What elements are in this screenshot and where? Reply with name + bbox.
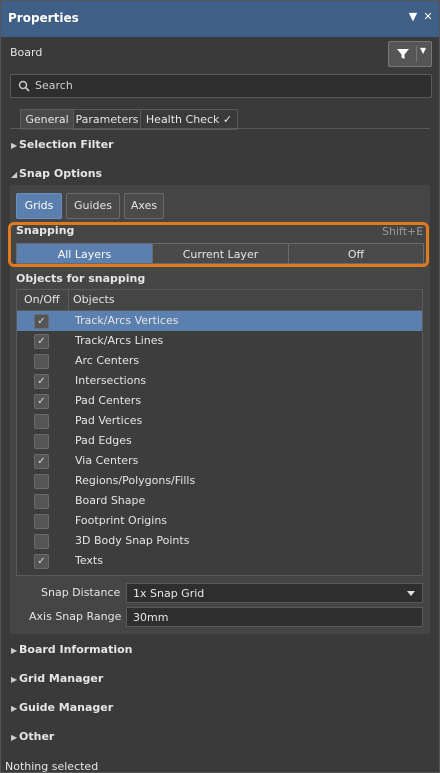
onoff-checkbox[interactable] (34, 474, 49, 489)
object-label: Intersections (75, 374, 147, 387)
section-guide-manager[interactable]: ▶ Guide Manager (11, 701, 113, 714)
table-header: On/Off Objects (17, 290, 422, 311)
chevron-down-icon[interactable]: ▼ (420, 46, 426, 55)
table-row[interactable]: Board Shape (17, 491, 422, 511)
section-label: Guide Manager (19, 701, 114, 714)
collapsed-arrow-icon: ▶ (11, 733, 18, 742)
table-row[interactable]: Pad Vertices (17, 411, 422, 431)
onoff-checkbox[interactable] (34, 354, 49, 369)
section-label: Other (19, 730, 55, 743)
col-objects-header[interactable]: Objects (73, 293, 115, 306)
onoff-checkbox[interactable] (34, 414, 49, 429)
onoff-checkbox[interactable]: ✓ (34, 374, 49, 389)
onoff-checkbox[interactable]: ✓ (34, 554, 49, 569)
table-row[interactable]: 3D Body Snap Points (17, 531, 422, 551)
snap-distance-label: Snap Distance (41, 586, 121, 599)
objects-title: Objects for snapping (16, 272, 146, 285)
tab-general[interactable]: General (20, 109, 74, 130)
table-row[interactable]: Footprint Origins (17, 511, 422, 531)
onoff-checkbox[interactable] (34, 434, 49, 449)
object-label: Pad Vertices (75, 414, 143, 427)
snapping-highlight (8, 222, 429, 267)
onoff-checkbox[interactable]: ✓ (34, 334, 49, 349)
search-placeholder: Search (35, 79, 73, 92)
axis-snap-range-value: 30mm (133, 611, 169, 624)
axis-snap-range-label: Axis Snap Range (29, 610, 122, 623)
object-label: Via Centers (75, 454, 139, 467)
section-selection-filter[interactable]: ▶ Selection Filter (11, 138, 114, 151)
table-row[interactable]: ✓ Intersections (17, 371, 422, 391)
section-snap-options[interactable]: ◢ Snap Options (11, 167, 102, 180)
snap-distance-select[interactable]: 1x Snap Grid (126, 583, 423, 603)
onoff-checkbox[interactable] (34, 534, 49, 549)
close-icon[interactable]: ✕ (421, 10, 435, 24)
search-icon (18, 80, 30, 92)
filter-button[interactable]: ▼ (388, 41, 432, 67)
section-board-information[interactable]: ▶ Board Information (11, 643, 133, 656)
onoff-checkbox[interactable]: ✓ (34, 314, 49, 329)
table-row[interactable]: ✓ Pad Centers (17, 391, 422, 411)
onoff-checkbox[interactable] (34, 514, 49, 529)
collapsed-arrow-icon: ▶ (11, 704, 18, 713)
section-grid-manager[interactable]: ▶ Grid Manager (11, 672, 103, 685)
table-row[interactable]: ✓ Track/Arcs Vertices (17, 311, 422, 331)
objects-table: On/Off Objects ✓ Track/Arcs Vertices ✓ Trac… (16, 289, 423, 576)
filter-icon (397, 49, 409, 59)
object-label: Texts (75, 554, 103, 567)
status-text: Nothing selected (5, 760, 99, 773)
object-label: Track/Arcs Vertices (75, 314, 179, 327)
object-label: Board Shape (75, 494, 146, 507)
properties-panel: Properties ▼ ✕ Board ▼ Search General Pa… (0, 0, 440, 773)
collapsed-arrow-icon: ▶ (11, 675, 18, 684)
col-onoff-header[interactable]: On/Off (24, 293, 60, 306)
tab-health-check-label: Health Check (145, 113, 220, 126)
object-label: Pad Edges (75, 434, 132, 447)
board-label: Board (10, 46, 43, 59)
expanded-arrow-icon: ◢ (11, 170, 18, 179)
title-bar: Properties ▼ ✕ (1, 1, 439, 37)
object-label: Footprint Origins (75, 514, 168, 527)
axis-snap-range-input[interactable]: 30mm (126, 607, 423, 627)
collapsed-arrow-icon: ▶ (11, 646, 18, 655)
section-other[interactable]: ▶ Other (11, 730, 54, 743)
onoff-checkbox[interactable]: ✓ (34, 394, 49, 409)
table-row[interactable]: ✓ Via Centers (17, 451, 422, 471)
tab-parameters[interactable]: Parameters (73, 109, 141, 130)
grids-button[interactable]: Grids (16, 193, 62, 219)
object-label: Regions/Polygons/Fills (75, 474, 196, 487)
axes-button[interactable]: Axes (124, 193, 164, 219)
snap-distance-value: 1x Snap Grid (133, 587, 205, 600)
table-row[interactable]: ✓ Texts (17, 551, 422, 571)
tab-health-check[interactable]: Health Check ✓ (140, 109, 238, 130)
object-label: 3D Body Snap Points (75, 534, 190, 547)
table-row[interactable]: Regions/Polygons/Fills (17, 471, 422, 491)
section-label: Board Information (19, 643, 133, 656)
onoff-checkbox[interactable] (34, 494, 49, 509)
collapsed-arrow-icon: ▶ (11, 141, 18, 150)
search-input[interactable]: Search (10, 74, 432, 98)
dropdown-icon[interactable]: ▼ (406, 10, 420, 24)
onoff-checkbox[interactable]: ✓ (34, 454, 49, 469)
panel-title: Properties (8, 11, 79, 25)
chevron-down-icon (407, 591, 415, 596)
table-row[interactable]: Pad Edges (17, 431, 422, 451)
section-label: Snap Options (19, 167, 103, 180)
table-row[interactable]: Arc Centers (17, 351, 422, 371)
section-label: Selection Filter (19, 138, 114, 151)
object-label: Arc Centers (75, 354, 140, 367)
tab-underline (10, 128, 430, 129)
object-label: Pad Centers (75, 394, 142, 407)
guides-button[interactable]: Guides (66, 193, 120, 219)
section-label: Grid Manager (19, 672, 104, 685)
object-label: Track/Arcs Lines (75, 334, 164, 347)
check-icon: ✓ (222, 113, 233, 126)
table-row[interactable]: ✓ Track/Arcs Lines (17, 331, 422, 351)
